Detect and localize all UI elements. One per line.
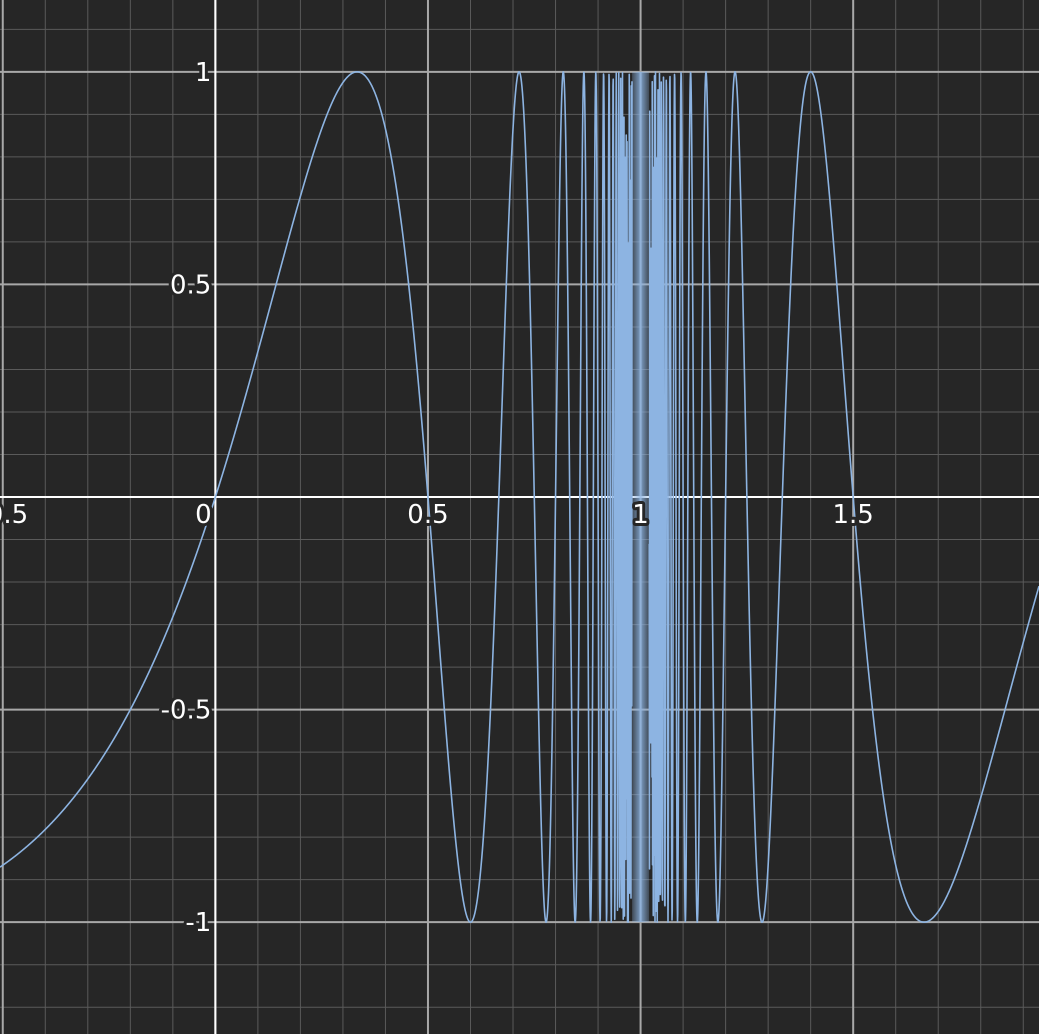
- oscillation-band: [632, 71, 650, 923]
- y-tick-label: 1: [195, 58, 212, 88]
- x-tick-label: -0.5: [0, 500, 28, 530]
- plot-background: [0, 0, 1039, 1034]
- function-graph[interactable]: -0.5-0.5000.50.5111.51.5110.50.5-0.5-0.5…: [0, 0, 1039, 1034]
- x-tick-label: 1: [632, 500, 649, 530]
- y-tick-label: -0.5: [161, 696, 212, 726]
- y-tick-label: 0.5: [170, 270, 211, 300]
- y-tick-label: -1: [185, 908, 211, 938]
- x-tick-label: 0: [195, 500, 212, 530]
- x-tick-label: 0.5: [407, 500, 448, 530]
- plot-area[interactable]: -0.5-0.5000.50.5111.51.5110.50.5-0.5-0.5…: [0, 0, 1039, 1034]
- x-tick-label: 1.5: [833, 500, 874, 530]
